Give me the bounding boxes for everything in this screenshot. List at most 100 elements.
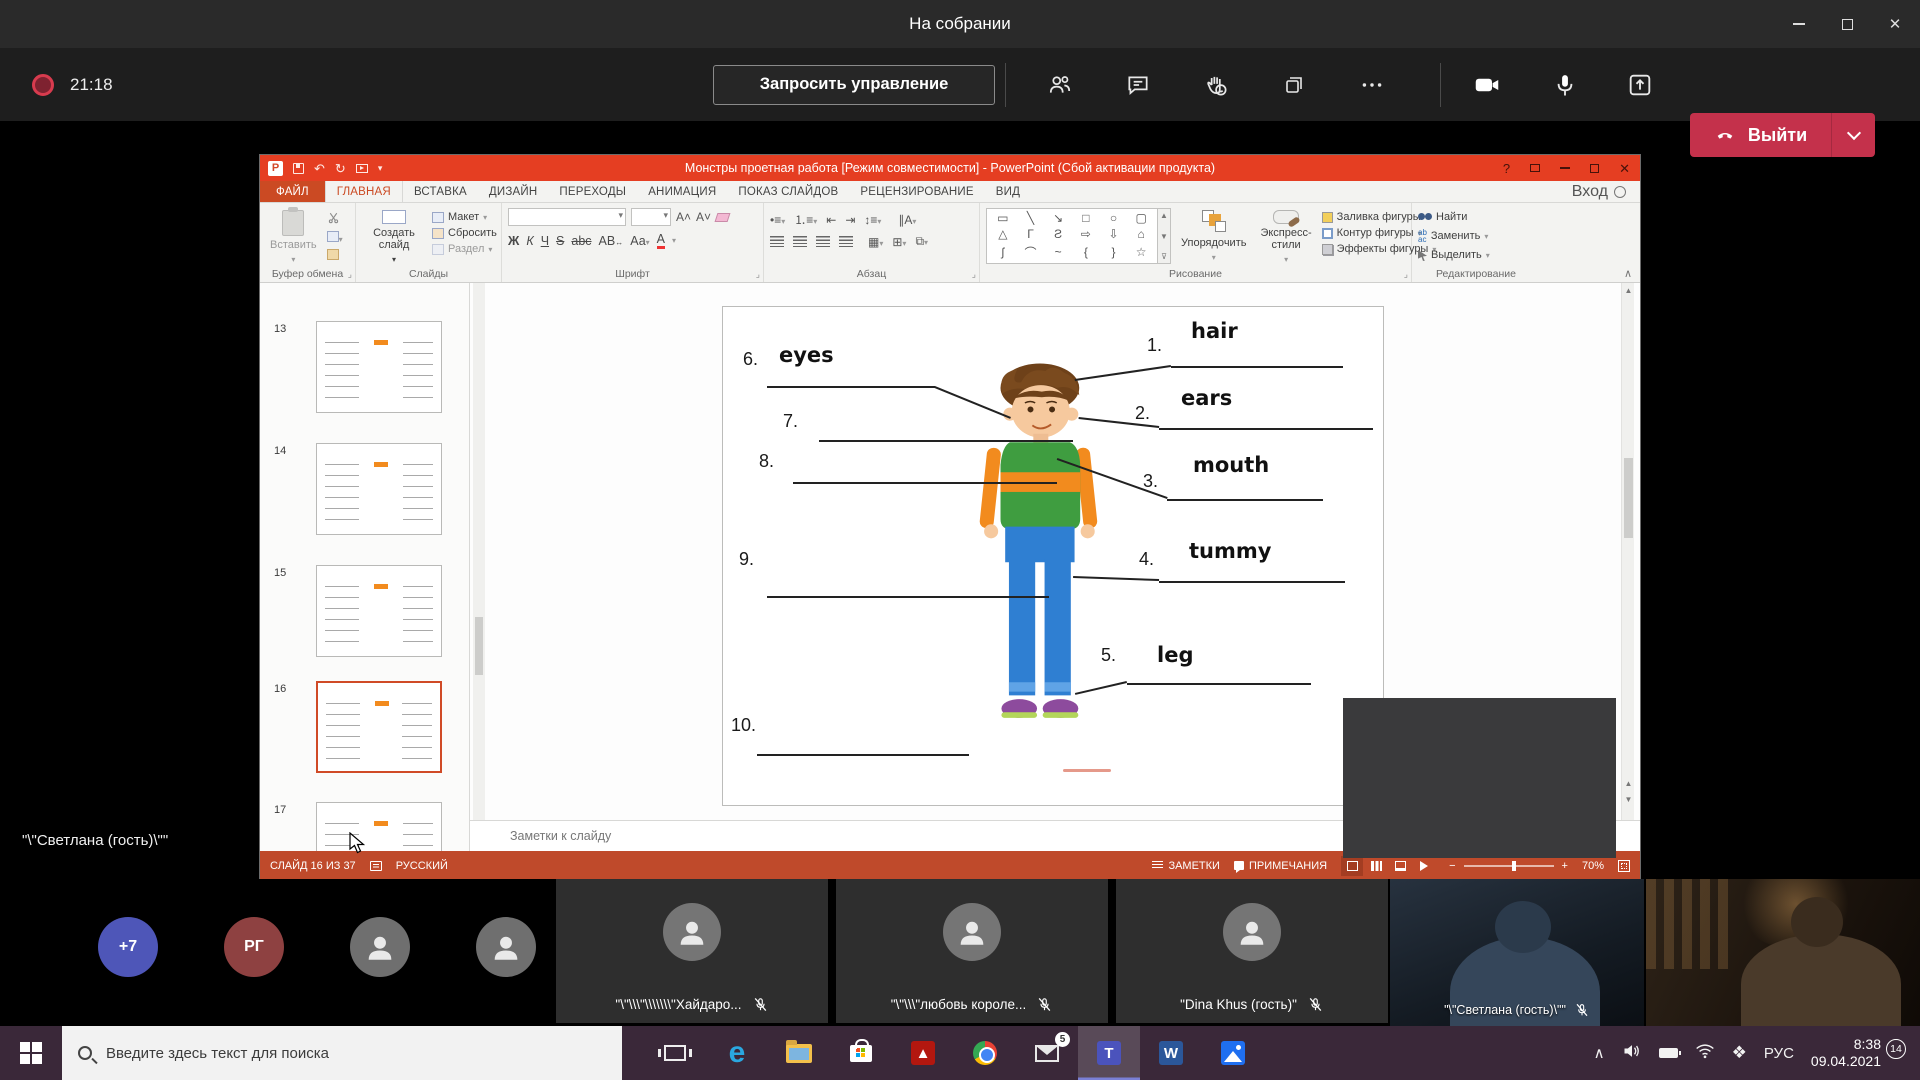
quick-styles-button[interactable]: Экспресс-стили▾ [1256, 208, 1315, 266]
ribbon-options-icon[interactable] [1530, 164, 1540, 172]
shape-icon[interactable]: } [1111, 245, 1115, 259]
task-view-button[interactable] [644, 1026, 706, 1080]
grow-font-icon[interactable]: А˄ [676, 210, 691, 224]
store-button[interactable] [830, 1026, 892, 1080]
reset-button[interactable]: Сбросить [432, 227, 497, 239]
paste-button[interactable]: Вставить▾ [266, 208, 321, 266]
share-screen-icon[interactable] [1625, 70, 1655, 100]
breakout-rooms-icon[interactable] [1279, 70, 1309, 100]
scroll-up-icon[interactable]: ▲ [1622, 283, 1635, 297]
ribbon-tab[interactable]: ПОКАЗ СЛАЙДОВ [727, 181, 849, 202]
shapes-gallery[interactable]: ▭╲↘□○▢△ΓƧ⇨⇩⌂ʃ⌒~{}☆ [986, 208, 1158, 264]
cut-icon[interactable] [327, 211, 343, 227]
ribbon-tab[interactable]: ДИЗАЙН [478, 181, 548, 202]
dropbox-icon[interactable]: ❖ [1732, 1043, 1747, 1063]
shape-icon[interactable]: ▭ [997, 211, 1008, 225]
numbering-icon[interactable]: ⒈≡▾ [794, 211, 817, 228]
clear-formatting-icon[interactable] [715, 213, 731, 222]
ribbon-tab[interactable]: ГЛАВНАЯ [325, 181, 403, 202]
shape-icon[interactable]: ~ [1055, 245, 1062, 259]
underline-button[interactable]: Ч [541, 234, 549, 248]
reading-view-button[interactable] [1389, 856, 1411, 876]
shape-icon[interactable]: ⇩ [1108, 227, 1118, 241]
ribbon-tab[interactable]: АНИМАЦИЯ [637, 181, 727, 202]
dialog-launcher-icon[interactable]: ⌟ [756, 269, 760, 280]
shape-icon[interactable]: Γ [1027, 227, 1034, 241]
hidden-icons-chevron[interactable]: ∧ [1594, 1044, 1605, 1062]
more-options-icon[interactable] [1357, 70, 1387, 100]
shape-icon[interactable]: △ [998, 227, 1007, 241]
align-text-icon[interactable]: ⊞▾ [892, 235, 906, 249]
arrange-button[interactable]: Упорядочить▾ [1177, 208, 1250, 266]
bold-button[interactable]: Ж [508, 234, 519, 248]
shape-icon[interactable]: ⌂ [1138, 227, 1145, 241]
shape-icon[interactable]: □ [1082, 211, 1089, 225]
char-spacing-button[interactable]: АВ↔ [599, 234, 624, 248]
zoom-in-icon[interactable]: + [1562, 860, 1568, 872]
participant-tile[interactable]: "\"\\\"\\\\\\\"Хайдаро... [556, 879, 828, 1023]
sign-in[interactable]: Вход [1572, 181, 1640, 203]
microphone-icon[interactable] [1550, 70, 1580, 100]
font-color-button[interactable]: А [657, 233, 665, 249]
taskbar-search-input[interactable]: Введите здесь текст для поиска [62, 1026, 622, 1080]
start-button[interactable] [0, 1026, 62, 1080]
next-slide-icon[interactable]: ▼ [1622, 792, 1635, 806]
spellcheck-icon[interactable] [370, 861, 382, 871]
battery-icon[interactable] [1659, 1048, 1678, 1058]
chrome-button[interactable] [954, 1026, 1016, 1080]
participant-tile[interactable]: "\"\\\"любовь короле... [836, 879, 1108, 1023]
overflow-count-bubble[interactable]: +7 [98, 917, 158, 977]
ribbon-tab[interactable]: РЕЦЕНЗИРОВАНИЕ [849, 181, 984, 202]
ribbon-tab[interactable]: ПЕРЕХОДЫ [548, 181, 637, 202]
notes-toggle[interactable]: ЗАМЕТКИ [1152, 860, 1220, 872]
initials-avatar[interactable]: РГ [224, 917, 284, 977]
align-right-icon[interactable] [816, 236, 830, 247]
participant-tile[interactable]: "Dina Khus (гость)" [1116, 879, 1388, 1023]
change-case-button[interactable]: Аа▾ [630, 234, 649, 248]
ppt-restore-icon[interactable] [1590, 164, 1599, 173]
slide-canvas[interactable]: 1. hair 2. ears [722, 306, 1384, 806]
new-slide-button[interactable]: Создать слайд▾ [362, 208, 426, 266]
format-painter-icon[interactable] [327, 249, 343, 263]
shape-icon[interactable]: ○ [1110, 211, 1117, 225]
decrease-indent-icon[interactable]: ⇤ [826, 213, 836, 227]
video-tile-svetlana[interactable]: "\"Светлана (гость)\"" [1390, 879, 1644, 1026]
line-spacing-icon[interactable]: ↕≡▾ [864, 213, 881, 227]
redo-icon[interactable]: ↻ [335, 162, 346, 175]
undo-icon[interactable]: ↶ [314, 162, 325, 175]
align-center-icon[interactable] [793, 236, 807, 247]
wifi-icon[interactable] [1695, 1043, 1715, 1064]
ribbon-tab[interactable]: ВИД [985, 181, 1031, 202]
shape-icon[interactable]: ʃ [1001, 245, 1004, 259]
text-direction-icon[interactable]: ∥A▾ [898, 213, 916, 227]
shape-icon[interactable]: ⌒ [1024, 244, 1036, 261]
collapse-ribbon-icon[interactable]: ∧ [1624, 267, 1632, 280]
slide-sorter-view-button[interactable] [1365, 856, 1387, 876]
zoom-out-icon[interactable]: − [1449, 860, 1455, 872]
dialog-launcher-icon[interactable]: ⌟ [972, 269, 976, 280]
file-explorer-button[interactable] [768, 1026, 830, 1080]
save-icon[interactable] [293, 163, 304, 174]
language-indicator[interactable]: РУССКИЙ [396, 860, 448, 872]
shape-icon[interactable]: ⇨ [1081, 227, 1091, 241]
teams-button[interactable]: T [1078, 1026, 1140, 1080]
help-icon[interactable]: ? [1503, 162, 1510, 175]
font-size-combo[interactable] [631, 208, 671, 226]
thumbnails-scrollbar[interactable] [473, 283, 485, 851]
shape-icon[interactable]: Ƨ [1054, 227, 1062, 241]
fit-to-window-icon[interactable] [1618, 860, 1630, 872]
word-button[interactable]: W [1140, 1026, 1202, 1080]
italic-button[interactable]: К [526, 234, 533, 248]
zoom-slider[interactable] [1464, 865, 1554, 867]
video-tile-self[interactable] [1646, 879, 1920, 1026]
chat-icon[interactable] [1123, 70, 1153, 100]
dialog-launcher-icon[interactable]: ⌟ [1404, 269, 1408, 280]
shrink-font-icon[interactable]: А˅ [696, 210, 711, 224]
dialog-launcher-icon[interactable]: ⌟ [348, 269, 352, 280]
shape-icon[interactable]: ▢ [1135, 211, 1146, 225]
ribbon-tab[interactable]: ФАЙЛ [260, 181, 325, 202]
ribbon-tab[interactable]: ВСТАВКА [403, 181, 478, 202]
participants-icon[interactable] [1045, 70, 1075, 100]
strikethrough-button[interactable]: abc [571, 234, 591, 248]
select-button[interactable]: Выделить▾ [1418, 249, 1490, 261]
